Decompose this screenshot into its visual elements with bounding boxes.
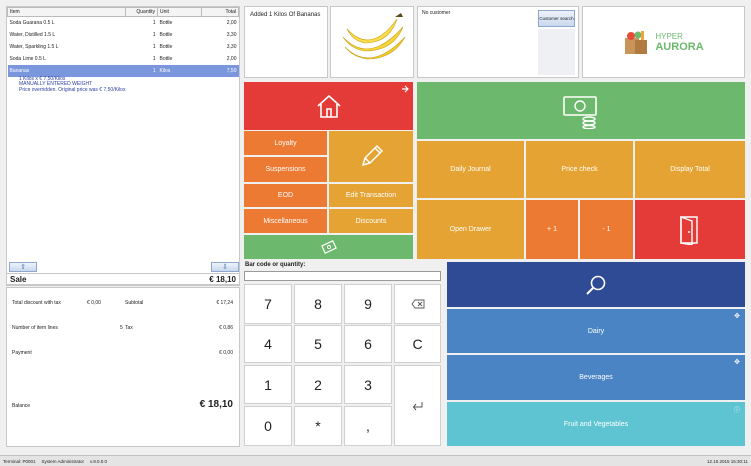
- key-5[interactable]: 5: [294, 325, 342, 363]
- price-check-button[interactable]: Price check: [526, 141, 633, 198]
- customer-search-button[interactable]: Customer search: [538, 10, 575, 27]
- subtotal-label: Subtotal: [125, 300, 144, 306]
- banknote-icon: [320, 240, 337, 254]
- payment-label: Payment: [12, 350, 32, 356]
- item-lines-label: Number of item lines: [12, 325, 58, 331]
- home-icon: [316, 94, 341, 118]
- enter-key[interactable]: [394, 365, 441, 446]
- subtotal-value: € 17,24: [216, 300, 233, 306]
- ticket-table: Item Quantity Unit Total Soda Guarana 0.…: [7, 7, 239, 77]
- search-icon: [586, 275, 606, 295]
- app-version: v.9.0.0.0: [90, 458, 107, 464]
- discounts-button[interactable]: Discounts: [329, 209, 413, 233]
- customer-list: [538, 29, 575, 75]
- arrow-right-icon: [402, 85, 409, 93]
- sale-label: Sale: [10, 274, 27, 284]
- category-dairy-button[interactable]: Dairy ✥: [447, 309, 745, 353]
- message-box: Added 1 Kilos Of Bananas: [244, 6, 328, 78]
- logo-panel: HYPER AURORA: [582, 6, 745, 78]
- category-fruit-vegetables-button[interactable]: Fruit and Vegetables ⓘ: [447, 402, 745, 446]
- table-row-selected[interactable]: Bananas 1 Kilos 7,50: [7, 64, 239, 77]
- backspace-key[interactable]: [394, 284, 441, 324]
- logo-text: HYPER AURORA: [655, 32, 704, 53]
- customer-panel: No customer Customer search: [417, 6, 579, 78]
- money-icon: [563, 95, 597, 129]
- summary-panel: Total discount with tax € 0,00 Subtotal …: [6, 287, 240, 447]
- key-1[interactable]: 1: [244, 365, 292, 404]
- backspace-icon: [410, 299, 424, 309]
- ticket-panel: Item Quantity Unit Total Soda Guarana 0.…: [6, 6, 240, 286]
- tax-label: Tax: [125, 325, 133, 331]
- exit-door-icon: [680, 215, 698, 245]
- key-comma[interactable]: ,: [344, 406, 392, 446]
- status-bar: Terminal: P0001 System Administrator v.9…: [0, 455, 751, 466]
- message-text: Added 1 Kilos Of Bananas: [250, 12, 321, 18]
- open-drawer-button[interactable]: Open Drawer: [417, 200, 524, 259]
- loyalty-button[interactable]: Loyalty: [244, 131, 327, 155]
- key-6[interactable]: 6: [344, 325, 392, 363]
- key-3[interactable]: 3: [344, 365, 392, 404]
- exit-button[interactable]: [635, 200, 745, 259]
- cash-button[interactable]: [244, 235, 413, 259]
- shopping-bag-icon: [625, 31, 648, 54]
- product-image: [330, 6, 414, 78]
- key-4[interactable]: 4: [244, 325, 292, 363]
- total-discount-value: € 0,00: [87, 300, 101, 306]
- sale-total: € 18,10: [209, 274, 236, 284]
- customer-text: No customer: [422, 10, 451, 16]
- key-multiply[interactable]: *: [294, 406, 342, 446]
- user-name: System Administrator: [41, 458, 85, 464]
- bananas-image: [342, 13, 406, 60]
- plus-one-button[interactable]: + 1: [526, 200, 578, 259]
- barcode-input[interactable]: [244, 271, 441, 281]
- datetime: 12.10.2015 15:30:11: [707, 458, 748, 464]
- edit-transaction-button[interactable]: Edit Transaction: [329, 184, 413, 207]
- home-button[interactable]: [244, 82, 413, 130]
- selected-item-notes: 1 Kilos x € 7,50/Kilos MANUALLY ENTERED …: [19, 75, 126, 93]
- product-search-button[interactable]: [447, 262, 745, 307]
- key-8[interactable]: 8: [294, 284, 342, 324]
- arrow-down-icon: ⇩: [222, 264, 228, 271]
- key-0[interactable]: 0: [244, 406, 292, 446]
- table-row[interactable]: Water, Distilled 1.5 L 1 Bottle 3,30: [8, 29, 239, 41]
- minus-one-button[interactable]: - 1: [580, 200, 633, 259]
- col-total: Total: [201, 7, 239, 17]
- item-lines-value: 5: [120, 325, 123, 331]
- col-unit: Unit: [157, 7, 202, 17]
- info-icon: ⓘ: [733, 408, 740, 414]
- enter-icon: [412, 401, 422, 410]
- payment-button[interactable]: [417, 82, 745, 139]
- key-9[interactable]: 9: [344, 284, 392, 324]
- balance-value: € 18,10: [199, 399, 233, 410]
- pencil-icon: [361, 144, 384, 166]
- category-beverages-button[interactable]: Beverages ✥: [447, 355, 745, 400]
- tax-value: € 0,86: [219, 325, 233, 331]
- clear-key[interactable]: C: [394, 325, 441, 363]
- col-quantity: Quantity: [125, 7, 158, 17]
- eod-button[interactable]: EOD: [244, 184, 327, 207]
- suspensions-button[interactable]: Suspensions: [244, 157, 327, 182]
- terminal-id: Terminal: P0001: [3, 458, 36, 464]
- barcode-label: Bar code or quantity:: [245, 262, 306, 268]
- scroll-down-button[interactable]: ⇩: [211, 262, 239, 272]
- payment-value: € 0,00: [219, 350, 233, 356]
- table-row[interactable]: Soda Lime 0.5 L 1 Bottle 2,00: [8, 53, 239, 65]
- daily-journal-button[interactable]: Daily Journal: [417, 141, 524, 198]
- balance-label: Balance: [12, 403, 31, 409]
- key-7[interactable]: 7: [244, 284, 292, 324]
- display-total-button[interactable]: Display Total: [635, 141, 745, 198]
- expand-icon: ✥: [734, 313, 740, 320]
- sale-bar: Sale € 18,10: [6, 273, 240, 285]
- table-row[interactable]: Soda Guarana 0.5 L 1 Bottle 2,00: [8, 17, 239, 29]
- total-discount-label: Total discount with tax: [12, 300, 61, 306]
- edit-button[interactable]: [329, 131, 413, 182]
- scroll-up-button[interactable]: ⇧: [9, 262, 37, 272]
- col-item: Item: [7, 7, 126, 17]
- arrow-up-icon: ⇧: [20, 264, 26, 271]
- expand-icon: ✥: [734, 359, 740, 366]
- table-row[interactable]: Water, Sparkling 1.5 L 1 Bottle 3,30: [8, 41, 239, 53]
- key-2[interactable]: 2: [294, 365, 342, 404]
- miscellaneous-button[interactable]: Miscellaneous: [244, 209, 327, 233]
